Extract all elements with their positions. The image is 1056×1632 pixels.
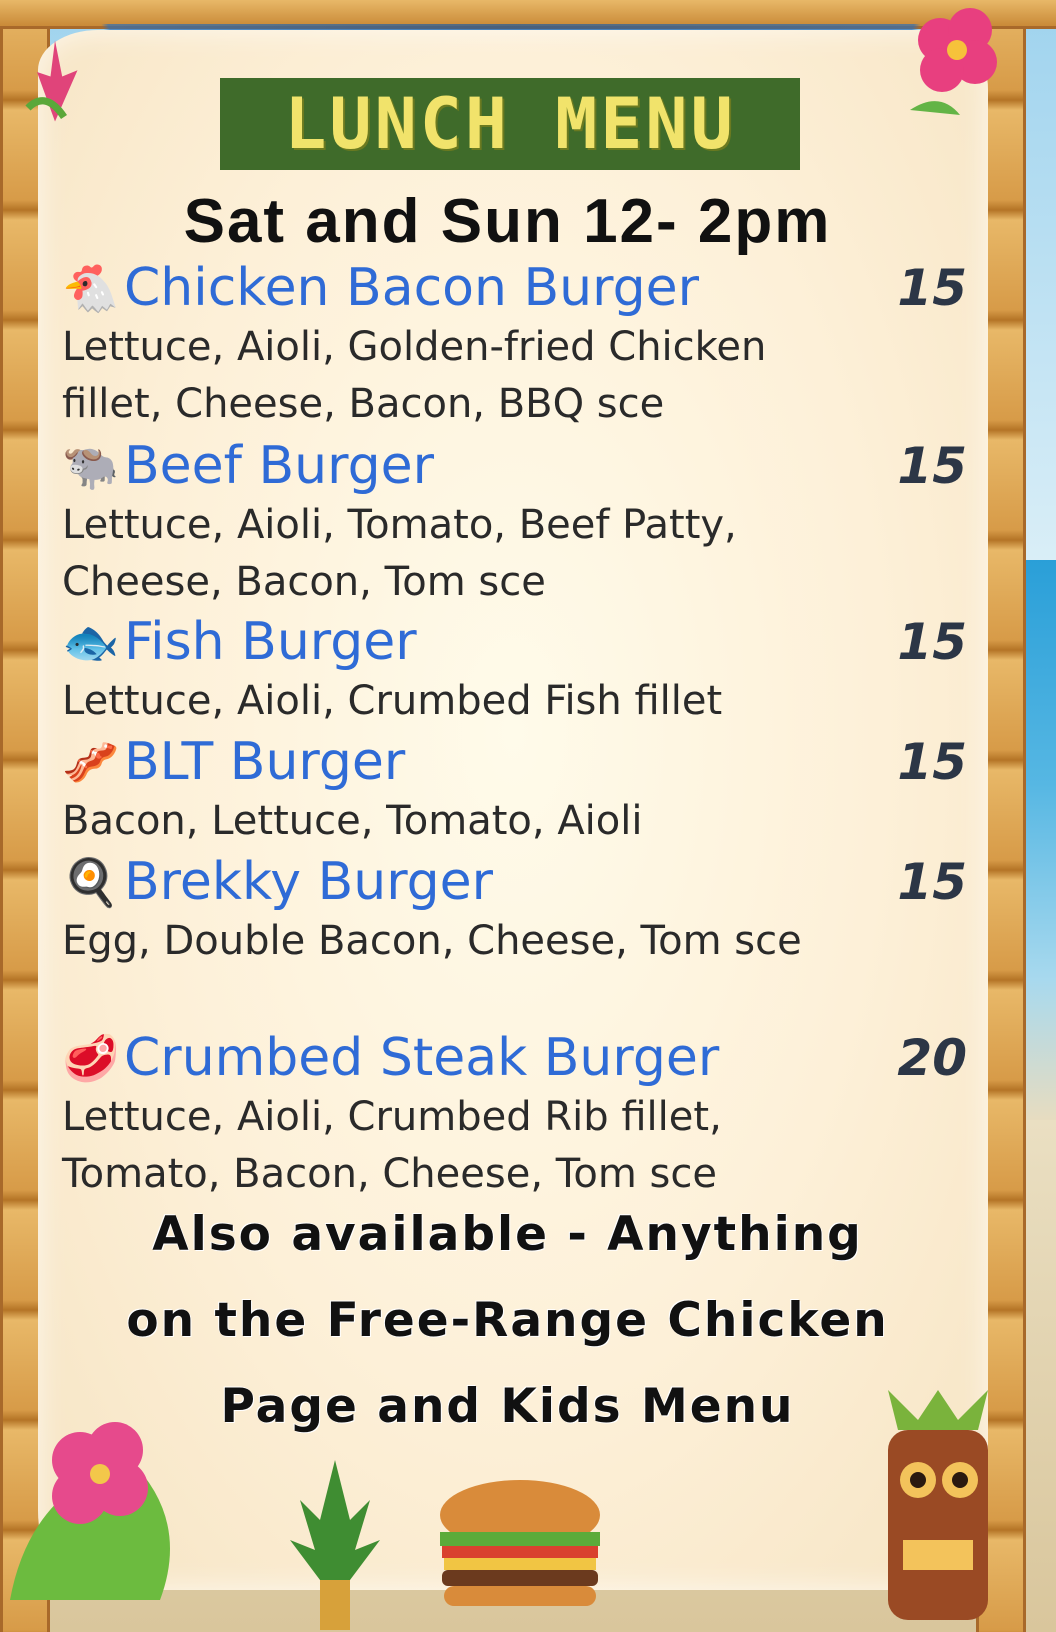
footer-line: on the Free-Range Chicken xyxy=(126,1293,889,1348)
item-price: 20 xyxy=(897,1028,967,1087)
menu-list: 🐔 Chicken Bacon Burger 15 Lettuce, Aioli… xyxy=(62,256,967,1202)
menu-item: 🥩 Crumbed Steak Burger 20 Lettuce, Aioli… xyxy=(62,1026,967,1202)
menu-item: 🐔 Chicken Bacon Burger 15 Lettuce, Aioli… xyxy=(62,256,967,434)
item-description: Lettuce, Aioli, Crumbed Fish fillet xyxy=(62,678,723,724)
footer-line: Also available - Anything xyxy=(152,1207,863,1262)
fish-icon: 🐟 xyxy=(62,614,120,669)
pineapple-icon xyxy=(290,1460,380,1630)
menu-hours: Sat and Sun 12- 2pm xyxy=(183,187,832,256)
item-description: Egg, Double Bacon, Cheese, Tom sce xyxy=(62,918,802,964)
menu-item: 🥓 BLT Burger 15 Bacon, Lettuce, Tomato, … xyxy=(62,730,967,850)
item-price: 15 xyxy=(897,732,967,791)
item-price: 15 xyxy=(897,258,967,317)
footer-line: Page and Kids Menu xyxy=(220,1379,795,1434)
item-name: Beef Burger xyxy=(124,435,434,496)
item-name: BLT Burger xyxy=(124,731,406,792)
menu-item: 🐟 Fish Burger 15 Lettuce, Aioli, Crumbed… xyxy=(62,610,967,730)
steak-icon: 🥩 xyxy=(62,1030,120,1085)
burger-icon xyxy=(440,1480,600,1606)
menu-title: LUNCH MENU xyxy=(284,83,736,165)
item-name: Chicken Bacon Burger xyxy=(124,257,699,318)
item-name: Fish Burger xyxy=(124,611,417,672)
chicken-icon: 🐔 xyxy=(62,260,120,315)
fried-egg-icon: 🍳 xyxy=(62,854,120,909)
bull-icon: 🐃 xyxy=(62,438,120,493)
menu-item: 🐃 Beef Burger 15 Lettuce, Aioli, Tomato,… xyxy=(62,434,967,610)
hibiscus-flower-icon xyxy=(25,40,78,122)
footer-note: Also available - Anything on the Free-Ra… xyxy=(40,1192,975,1450)
item-description: Lettuce, Aioli, Tomato, Beef Patty, Chee… xyxy=(62,502,737,605)
item-description: Bacon, Lettuce, Tomato, Aioli xyxy=(62,798,643,844)
item-price: 15 xyxy=(897,612,967,671)
menu-item: 🍳 Brekky Burger 15 Egg, Double Bacon, Ch… xyxy=(62,850,967,1026)
item-description: Lettuce, Aioli, Golden-fried Chicken fil… xyxy=(62,324,767,427)
item-name: Crumbed Steak Burger xyxy=(124,1027,720,1088)
item-price: 15 xyxy=(897,852,967,911)
item-price: 15 xyxy=(897,436,967,495)
menu-title-banner: LUNCH MENU xyxy=(220,78,800,170)
hibiscus-flower-icon xyxy=(910,8,997,115)
item-description: Lettuce, Aioli, Crumbed Rib fillet, Toma… xyxy=(62,1094,722,1197)
item-name: Brekky Burger xyxy=(124,851,494,912)
bacon-icon: 🥓 xyxy=(62,734,120,789)
